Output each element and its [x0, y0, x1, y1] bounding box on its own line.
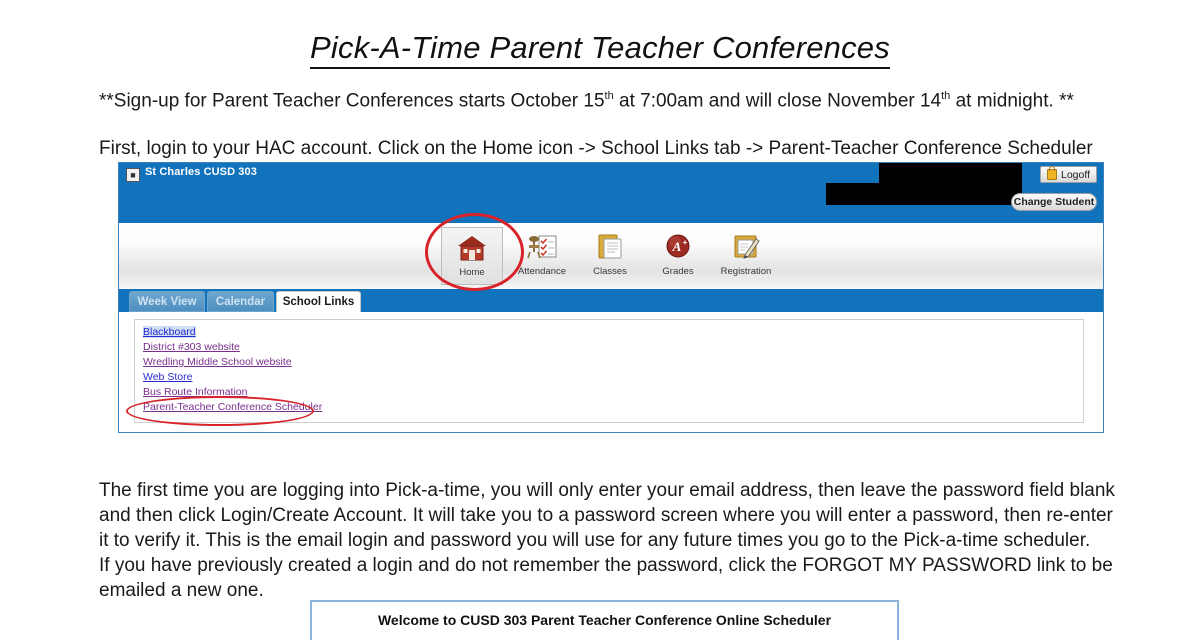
nav-item-grades-label: Grades — [662, 266, 694, 277]
svg-text:A: A — [672, 239, 682, 254]
redaction-box-bottom — [826, 183, 1022, 205]
hac-header-bar: ■ St Charles CUSD 303 Logoff Change Stud… — [119, 163, 1103, 223]
school-link-wredling-website[interactable]: Wredling Middle School website — [143, 356, 292, 368]
body-paragraph: The first time you are logging into Pick… — [99, 478, 1139, 603]
lock-icon — [1046, 166, 1057, 180]
tab-school-links[interactable]: School Links — [276, 291, 361, 312]
logoff-button[interactable]: Logoff — [1040, 166, 1097, 183]
hac-tab-bar: Week View Calendar School Links — [119, 289, 1103, 312]
page-title: Pick-A-Time Parent Teacher Conferences — [0, 30, 1200, 69]
school-link-district-website[interactable]: District #303 website — [143, 341, 240, 353]
hac-icon-toolbar: Home Attendance Classes A + Grades Regis… — [119, 223, 1103, 290]
instruction-line: First, login to your HAC account. Click … — [99, 138, 1093, 159]
welcome-panel: Welcome to CUSD 303 Parent Teacher Confe… — [310, 600, 899, 640]
school-link-blackboard[interactable]: Blackboard — [143, 326, 196, 338]
tab-week-view-label: Week View — [137, 295, 197, 308]
body-paragraph-line-1: The first time you are logging into Pick… — [99, 480, 1115, 501]
annotation-ellipse-scheduler-link — [126, 396, 314, 426]
notebook-icon — [579, 229, 641, 265]
signup-notice-part-b: at 7:00am and will close November 14 — [613, 90, 942, 112]
signup-notice-part-a: **Sign-up for Parent Teacher Conferences… — [99, 90, 605, 112]
nav-item-registration[interactable]: Registration — [715, 227, 777, 285]
form-pencil-icon — [715, 229, 777, 265]
body-paragraph-line-3: it to verify it. This is the email login… — [99, 530, 1091, 551]
tab-calendar-label: Calendar — [215, 295, 266, 308]
body-paragraph-line-4: If you have previously created a login a… — [99, 555, 1113, 576]
grade-a-plus-icon: A + — [647, 229, 709, 265]
change-student-button[interactable]: Change Student — [1011, 193, 1097, 211]
annotation-ellipse-home-icon — [425, 213, 524, 291]
nav-item-classes-label: Classes — [593, 266, 627, 277]
hac-screenshot-image: ■ St Charles CUSD 303 Logoff Change Stud… — [118, 162, 1104, 433]
school-link-web-store[interactable]: Web Store — [143, 371, 192, 383]
welcome-panel-heading: Welcome to CUSD 303 Parent Teacher Confe… — [377, 612, 832, 628]
signup-notice: **Sign-up for Parent Teacher Conferences… — [99, 84, 1119, 113]
nav-item-registration-label: Registration — [720, 266, 772, 277]
redaction-box-top — [879, 163, 1022, 183]
logoff-button-label: Logoff — [1060, 168, 1090, 181]
page-title-text: Pick-A-Time Parent Teacher Conferences — [310, 30, 890, 69]
nav-item-attendance-label: Attendance — [517, 266, 567, 277]
signup-notice-ordinal-1: th — [604, 90, 614, 102]
nav-item-grades[interactable]: A + Grades — [647, 227, 709, 285]
svg-text:+: + — [683, 238, 688, 247]
tab-school-links-label: School Links — [282, 296, 355, 308]
broken-image-icon: ■ — [126, 168, 140, 182]
change-student-button-label: Change Student — [1013, 196, 1095, 208]
signup-notice-part-c: at midnight. ** — [950, 90, 1074, 112]
tab-calendar[interactable]: Calendar — [207, 291, 274, 312]
district-name: St Charles CUSD 303 — [145, 166, 257, 178]
body-paragraph-line-2: and then click Login/Create Account. It … — [99, 505, 1113, 526]
tab-week-view[interactable]: Week View — [129, 291, 205, 312]
signup-notice-ordinal-2: th — [941, 90, 951, 102]
nav-item-classes[interactable]: Classes — [579, 227, 641, 285]
